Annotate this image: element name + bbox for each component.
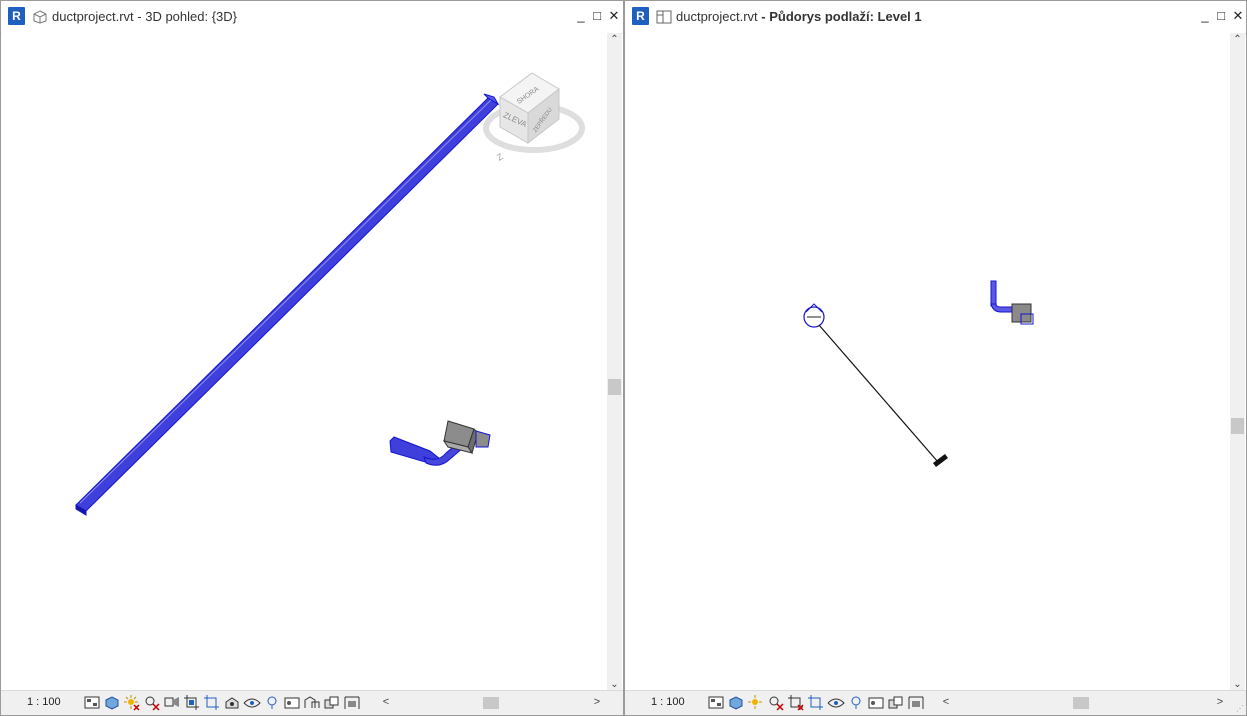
scroll-right-arrow[interactable]: >: [590, 694, 604, 711]
highlight-displacement-icon[interactable]: [343, 694, 361, 711]
temporary-view-properties-icon[interactable]: [283, 694, 301, 711]
window-title: ductproject.rvt - 3D pohled: {3D}: [52, 9, 237, 24]
window-title: ductproject.rvt - Půdorys podlaží: Level…: [676, 9, 922, 24]
crop-view-icon[interactable]: [183, 694, 201, 711]
scroll-left-arrow[interactable]: <: [379, 694, 393, 711]
show-crop-region-icon[interactable]: [203, 694, 221, 711]
horizontal-scrollbar[interactable]: < >: [379, 694, 604, 711]
maximize-button[interactable]: □: [589, 7, 605, 25]
title-file: ductproject.rvt: [52, 9, 134, 24]
view-tools: [707, 694, 925, 711]
plan-drawing: [803, 280, 1034, 467]
3d-viewport[interactable]: SHORA ZLEVA ZEPŘEDU Z: [2, 33, 607, 692]
sun-path-icon[interactable]: [123, 694, 141, 711]
close-button[interactable]: ✕: [606, 7, 622, 25]
detail-level-icon[interactable]: [83, 694, 101, 711]
horizontal-scroll-thumb[interactable]: [483, 697, 499, 709]
vertical-scroll-thumb[interactable]: [1231, 418, 1244, 434]
vertical-scrollbar[interactable]: ⌃ ⌄: [607, 33, 622, 692]
view-window-floor-plan[interactable]: R ductproject.rvt - Půdorys podlaží: Lev…: [624, 0, 1247, 716]
minimize-button[interactable]: _: [573, 7, 589, 25]
minimize-button[interactable]: _: [1197, 7, 1213, 25]
plan-viewport[interactable]: [626, 33, 1230, 692]
title-view: - Půdorys podlaží: Level 1: [757, 9, 922, 24]
3d-view-icon: [33, 10, 47, 24]
worksharing-icon[interactable]: [887, 694, 905, 711]
title-file: ductproject.rvt: [676, 9, 758, 24]
elbow-duct-assembly[interactable]: [389, 420, 491, 466]
scroll-right-arrow[interactable]: >: [1213, 694, 1227, 711]
visual-style-icon[interactable]: [727, 694, 745, 711]
3d-model-drawing: SHORA ZLEVA ZEPŘEDU Z: [75, 72, 585, 516]
detail-level-icon[interactable]: [707, 694, 725, 711]
scroll-left-arrow[interactable]: <: [939, 694, 953, 711]
sun-path-icon[interactable]: [747, 694, 765, 711]
floor-plan-icon: [656, 10, 672, 24]
revit-logo-icon: R: [632, 7, 649, 25]
maximize-button[interactable]: □: [1213, 7, 1229, 25]
shadows-icon[interactable]: [143, 694, 161, 711]
temporary-view-properties-icon[interactable]: [867, 694, 885, 711]
vertical-scrollbar[interactable]: ⌃ ⌄: [1230, 33, 1245, 692]
show-crop-region-icon[interactable]: [807, 694, 825, 711]
view-control-bar: 1 : 100 < > ⋰: [625, 690, 1246, 715]
temporary-hide-icon[interactable]: [827, 694, 845, 711]
title-view: - 3D pohled: {3D}: [133, 9, 238, 24]
worksharing-icon[interactable]: [323, 694, 341, 711]
reveal-hidden-icon[interactable]: [847, 694, 865, 711]
revit-logo-icon: R: [8, 7, 25, 25]
title-bar[interactable]: R ductproject.rvt - 3D pohled: {3D} _ □ …: [1, 1, 623, 34]
analytical-model-icon[interactable]: [303, 694, 321, 711]
visual-style-icon[interactable]: [103, 694, 121, 711]
title-bar[interactable]: R ductproject.rvt - Půdorys podlaží: Lev…: [625, 1, 1246, 34]
elevation-marker[interactable]: [803, 303, 825, 328]
crop-view-icon[interactable]: [787, 694, 805, 711]
view-control-bar: 1 : 100 < >: [1, 690, 623, 715]
elbow-duct-plan[interactable]: [990, 280, 1034, 325]
unlocked-3d-view-icon[interactable]: [223, 694, 241, 711]
compass-label[interactable]: Z: [495, 151, 505, 163]
view-tools: [83, 694, 361, 711]
reveal-hidden-icon[interactable]: [263, 694, 281, 711]
render-icon[interactable]: [163, 694, 181, 711]
duct-line[interactable]: [818, 324, 939, 463]
scroll-up-arrow[interactable]: ⌃: [607, 33, 622, 47]
duct-end[interactable]: [933, 454, 948, 467]
view-scale[interactable]: 1 : 100: [651, 696, 685, 708]
view-window-3d[interactable]: R ductproject.rvt - 3D pohled: {3D} _ □ …: [0, 0, 624, 716]
resize-grip-icon[interactable]: ⋰: [1236, 705, 1244, 713]
shadows-icon[interactable]: [767, 694, 785, 711]
close-button[interactable]: ✕: [1230, 7, 1246, 25]
highlight-displacement-icon[interactable]: [907, 694, 925, 711]
view-scale[interactable]: 1 : 100: [27, 696, 61, 708]
horizontal-scrollbar[interactable]: < >: [939, 694, 1227, 711]
long-duct[interactable]: [75, 93, 500, 516]
temporary-hide-icon[interactable]: [243, 694, 261, 711]
viewcube[interactable]: SHORA ZLEVA ZEPŘEDU Z: [483, 72, 585, 163]
horizontal-scroll-thumb[interactable]: [1073, 697, 1089, 709]
vertical-scroll-thumb[interactable]: [608, 379, 621, 395]
scroll-up-arrow[interactable]: ⌃: [1230, 33, 1245, 47]
